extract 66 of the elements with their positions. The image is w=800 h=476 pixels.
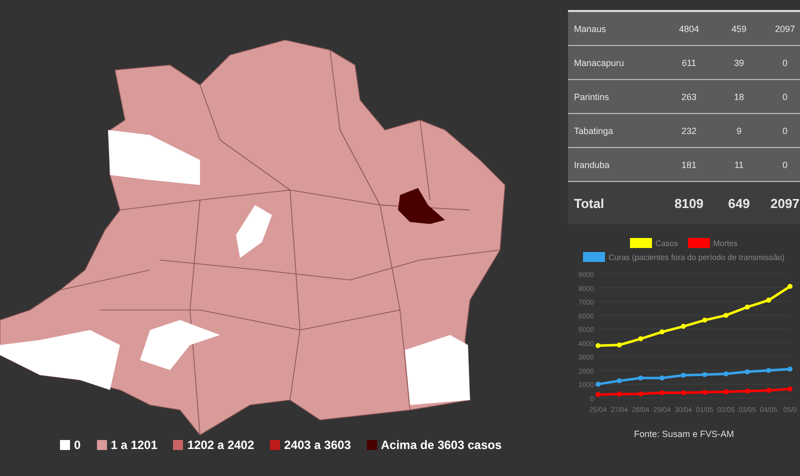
- data-point: [596, 392, 600, 398]
- data-point: [660, 329, 664, 334]
- table-cell-text: 181: [680, 160, 698, 170]
- table-cell-text: 232: [680, 126, 698, 136]
- data-point: [616, 392, 622, 397]
- data-point: [702, 372, 708, 378]
- data-point: [638, 391, 644, 396]
- data-point: [724, 389, 728, 394]
- table-cell-text: 8109: [674, 196, 704, 210]
- data-point: [766, 298, 772, 303]
- data-point: [616, 342, 622, 348]
- table-cell-text: Tabatinga: [574, 126, 614, 136]
- legend-swatch: [630, 238, 652, 248]
- table-cell-text: 0: [781, 126, 788, 136]
- legend-label: Mortes: [713, 238, 738, 248]
- data-point: [680, 324, 686, 329]
- table-cell-text: 649: [727, 196, 751, 210]
- table-cell-text: 0: [781, 92, 788, 102]
- table-cell-text: 611: [680, 58, 698, 68]
- legend-label: 0: [74, 438, 81, 452]
- table-cell-text: 39: [732, 58, 745, 68]
- table-cell-text: 11: [733, 160, 745, 170]
- legend-swatch: [688, 238, 710, 248]
- data-point: [660, 376, 664, 381]
- data-point: [596, 382, 600, 387]
- table-cell-text: 263: [680, 92, 698, 102]
- table-cell-text: Manacapuru: [574, 58, 626, 68]
- data-point: [638, 376, 644, 381]
- table-cell-text: Total: [574, 196, 606, 210]
- data-point: [788, 386, 792, 392]
- data-point: [724, 371, 728, 376]
- data-point: [616, 378, 622, 384]
- data-point: [638, 336, 644, 342]
- data-point: [788, 366, 792, 372]
- table-cell-text: 2097: [770, 196, 800, 210]
- legend-label: 1202 a 2402: [187, 438, 254, 452]
- data-point: [766, 388, 772, 393]
- table-cell-text: Iranduba: [574, 160, 611, 170]
- data-point: [680, 372, 686, 378]
- data-point: [680, 390, 686, 396]
- table-cell-text: 4804: [678, 24, 700, 34]
- data-point: [744, 304, 750, 310]
- legend-label: Acima de 3603 casos: [380, 438, 502, 452]
- legend-label: 2403 a 3603: [284, 438, 351, 452]
- legend-swatch: [583, 252, 606, 262]
- table-cell-text: 2097: [774, 24, 796, 34]
- table-cell-text: Manaus: [574, 24, 608, 34]
- data-point: [702, 318, 708, 323]
- data-point: [744, 369, 750, 374]
- table-cell-text: 459: [730, 24, 748, 34]
- legend-label: Curas (pacientes fora do período de transmissão): [608, 252, 785, 262]
- table-cell-text: 0: [781, 58, 788, 68]
- source-note: Fonte: Susam e FVS-AM: [632, 429, 736, 439]
- data-point: [788, 284, 792, 289]
- legend-label: 1 a 1201: [110, 438, 158, 452]
- table-cell-text: Parintins: [574, 92, 610, 102]
- data-point: [596, 343, 600, 348]
- data-point: [702, 390, 708, 395]
- table-cell-text: 18: [732, 92, 745, 102]
- table-cell-text: 9: [735, 126, 742, 136]
- table-cell-text: 0: [781, 160, 788, 170]
- data-point: [724, 312, 728, 318]
- data-point: [766, 368, 772, 373]
- data-point: [744, 388, 750, 394]
- data-point: [660, 390, 664, 396]
- legend-label: Casos: [655, 238, 678, 248]
